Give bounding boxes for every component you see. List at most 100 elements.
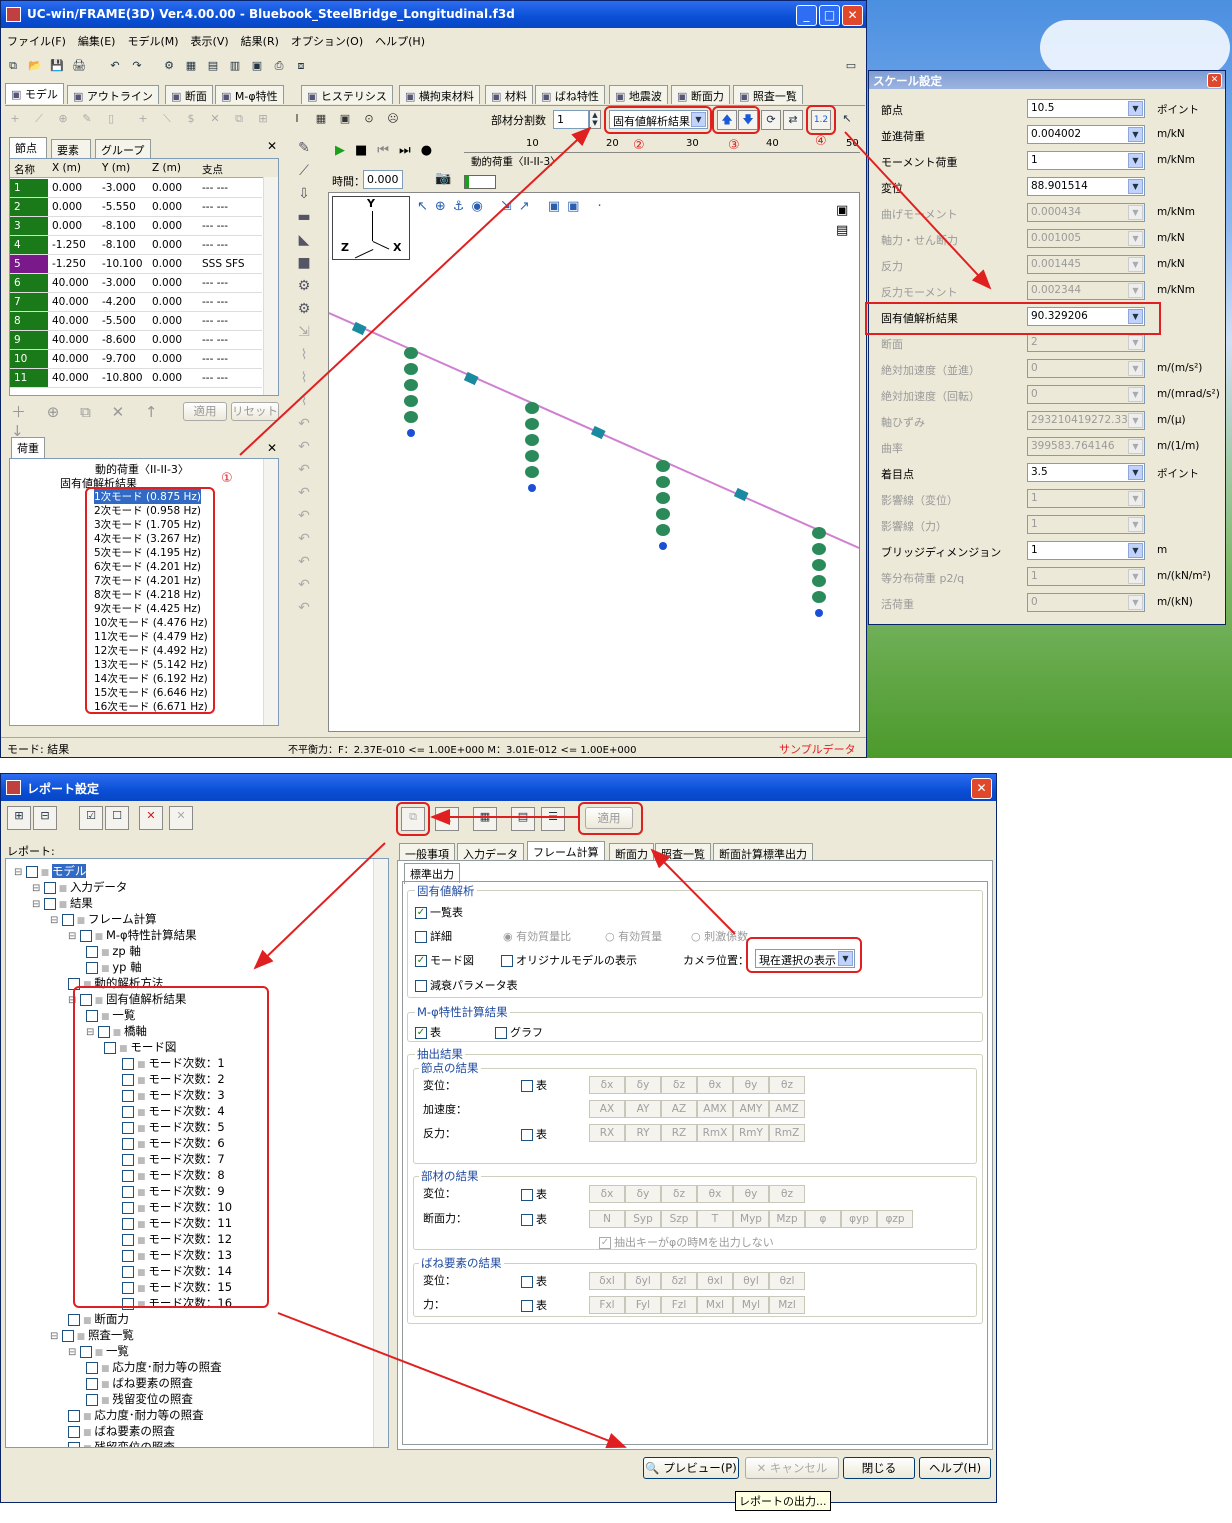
node-apply-button[interactable]: 適用 bbox=[183, 402, 227, 421]
tree-checkbox[interactable] bbox=[43, 881, 56, 894]
spring-force-check[interactable]: 表 bbox=[521, 1297, 547, 1313]
toolbar-icon[interactable]: ▦ bbox=[181, 56, 201, 76]
extract-key-button[interactable]: Mzl bbox=[769, 1296, 805, 1314]
extract-key-button[interactable]: δx bbox=[589, 1076, 625, 1094]
collapse-all-button[interactable]: ⊟ bbox=[33, 806, 57, 830]
orig-model-check[interactable]: オリジナルモデルの表示 bbox=[501, 952, 637, 968]
extract-key-button[interactable]: φyp bbox=[841, 1210, 877, 1228]
edit-toolbar-icon[interactable]: ⧉ bbox=[229, 109, 249, 129]
tree-expander[interactable]: ⊟ bbox=[32, 899, 44, 910]
extract-key-button[interactable]: θzl bbox=[769, 1272, 805, 1290]
help-button[interactable]: ヘルプ(H) bbox=[919, 1457, 991, 1479]
tab-main[interactable]: ▣ M-φ特性 bbox=[215, 85, 284, 104]
table-row[interactable]: 1 0.000 -3.000 0.000 --- --- bbox=[10, 179, 262, 198]
edit-toolbar-icon[interactable]: ✕ bbox=[205, 109, 225, 129]
report-tree-scrollbar[interactable] bbox=[373, 859, 388, 1447]
report-tree-item[interactable]: ■ ばね要素の照査 bbox=[86, 1375, 193, 1391]
pointer-icon[interactable]: ↖ bbox=[837, 110, 857, 130]
scale-row-input[interactable]: 1 ▼ bbox=[1027, 567, 1145, 586]
extract-key-button[interactable]: RY bbox=[625, 1124, 661, 1142]
tab-main[interactable]: ▣ 材料 bbox=[485, 85, 533, 104]
tree-expander[interactable]: ⊟ bbox=[50, 1331, 62, 1342]
step-back-icon[interactable]: ⏮ bbox=[377, 143, 399, 158]
tab-main[interactable]: ▣ モデル bbox=[5, 83, 64, 104]
report-tree-item[interactable]: ⊟ ■ モデル bbox=[14, 863, 87, 879]
extract-key-button[interactable]: δz bbox=[661, 1185, 697, 1203]
grid-header-cell[interactable]: Z (m) bbox=[152, 162, 181, 174]
toolbar-icon[interactable]: ⧉ bbox=[3, 56, 23, 76]
mphi-table-checkbox[interactable]: ✓ bbox=[415, 1027, 427, 1039]
tree-checkbox[interactable] bbox=[68, 1409, 80, 1422]
tab-node-panel[interactable]: 節点 bbox=[9, 137, 47, 158]
extract-key-button[interactable]: N bbox=[589, 1210, 625, 1228]
paint-button[interactable]: ◣ bbox=[435, 807, 459, 831]
3d-viewport[interactable]: Y Z X ↖⊕⚓◉ ⇲↗ ▣▣ · ▣ ▤ bbox=[328, 192, 860, 732]
extract-key-button[interactable]: θy bbox=[733, 1185, 769, 1203]
menu-item[interactable]: 編集(E) bbox=[72, 30, 122, 52]
report-tree-item[interactable]: ■ yp 軸 bbox=[86, 959, 142, 975]
load-tree-scrollbar[interactable] bbox=[263, 459, 278, 725]
scale-row-input[interactable]: 0.001445 ▼ bbox=[1027, 255, 1145, 274]
panel-toggle-icon[interactable]: ▭ bbox=[841, 56, 861, 76]
detail-checkbox[interactable] bbox=[415, 931, 427, 943]
tree-checkbox[interactable] bbox=[68, 1313, 80, 1326]
mphi-graph-check[interactable]: グラフ bbox=[495, 1024, 543, 1040]
toolbar-icon[interactable]: ↶ bbox=[105, 56, 125, 76]
scale-row-input[interactable]: 1 ▼ bbox=[1027, 515, 1145, 534]
report-tree-item[interactable]: ⊟ ■ 入力データ bbox=[32, 879, 127, 895]
report-tree-item[interactable]: ⊟ ■ 一覧 bbox=[68, 1343, 129, 1359]
spring-disp-checkbox[interactable] bbox=[521, 1276, 533, 1288]
damping-check[interactable]: 減衰パラメータ表 bbox=[415, 977, 518, 993]
table-row[interactable]: 9 40.000 -8.600 0.000 --- --- bbox=[10, 331, 262, 350]
edit-toolbar-icon[interactable]: ▯ bbox=[101, 109, 121, 129]
edit-toolbar-icon[interactable]: ⟍ bbox=[157, 109, 177, 129]
report-tree-item[interactable]: ■ 残留変位の照査 bbox=[68, 1439, 175, 1447]
delete-disabled-button[interactable]: ✕ bbox=[169, 806, 193, 830]
scale-row-input[interactable]: 0.001005 ▼ bbox=[1027, 229, 1145, 248]
mode-fig-check[interactable]: ✓ モード図 bbox=[415, 952, 474, 968]
tab-report[interactable]: フレーム計算 bbox=[527, 841, 605, 862]
scale-row-input[interactable]: 0.002344 ▼ bbox=[1027, 281, 1145, 300]
record-icon[interactable]: ● bbox=[421, 143, 442, 158]
toolbar-icon[interactable]: 🖨 bbox=[69, 56, 89, 76]
edit-toolbar-icon[interactable]: ⊙ bbox=[359, 109, 379, 129]
extract-key-button[interactable]: δy bbox=[625, 1076, 661, 1094]
table-row[interactable]: 6 40.000 -3.000 0.000 --- --- bbox=[10, 274, 262, 293]
table-row[interactable]: 10 40.000 -9.700 0.000 --- --- bbox=[10, 350, 262, 369]
report-tree-item[interactable]: ⊟ ■ 照査一覧 bbox=[50, 1327, 134, 1343]
mphi-table-check[interactable]: ✓ 表 bbox=[415, 1024, 441, 1040]
tree-checkbox[interactable] bbox=[68, 1425, 80, 1438]
report-tree-item[interactable]: ■ 応力度･耐力等の照査 bbox=[86, 1359, 222, 1375]
extract-key-button[interactable]: Myp bbox=[733, 1210, 769, 1228]
tree-checkbox[interactable] bbox=[79, 1345, 92, 1358]
extract-key-button[interactable]: AMY bbox=[733, 1100, 769, 1118]
grid-header-cell[interactable]: 支点 bbox=[202, 162, 223, 177]
tab-node-panel[interactable]: グループ bbox=[95, 139, 151, 158]
tree-expander[interactable]: ⊟ bbox=[68, 1347, 80, 1358]
extract-key-button[interactable]: θz bbox=[769, 1185, 805, 1203]
preview-button[interactable]: 🔍 プレビュー(P) bbox=[643, 1457, 739, 1479]
tree-checkbox[interactable] bbox=[86, 1377, 98, 1390]
spring-force-checkbox[interactable] bbox=[521, 1300, 533, 1312]
extract-key-button[interactable]: φ bbox=[805, 1210, 841, 1228]
extract-key-button[interactable]: θx bbox=[697, 1185, 733, 1203]
edit-toolbar-icon[interactable]: + bbox=[5, 109, 25, 129]
eff-ratio-radio[interactable]: ◉ 有効質量比 bbox=[503, 928, 571, 944]
menu-item[interactable]: 表示(V) bbox=[185, 30, 235, 52]
extract-key-button[interactable]: Mxl bbox=[697, 1296, 733, 1314]
tree-checkbox[interactable] bbox=[61, 913, 74, 926]
edit-toolbar-icon[interactable]: + bbox=[133, 109, 153, 129]
member-force-checkbox[interactable] bbox=[521, 1214, 533, 1226]
list-table-check[interactable]: ✓ 一覧表 bbox=[415, 904, 463, 920]
table-row[interactable]: 4 -1.250 -8.100 0.000 --- --- bbox=[10, 236, 262, 255]
load-panel-close-icon[interactable]: ✕ bbox=[267, 441, 277, 455]
tab-main[interactable]: ▣ 断面力 bbox=[671, 85, 730, 104]
report-tree-item[interactable]: ■ 応力度･耐力等の照査 bbox=[68, 1407, 204, 1423]
extract-key-button[interactable]: δxl bbox=[589, 1272, 625, 1290]
extract-key-button[interactable]: RmZ bbox=[769, 1124, 805, 1142]
menu-item[interactable]: オプション(O) bbox=[285, 30, 369, 52]
table-row[interactable]: 11 40.000 -10.800 0.000 --- --- bbox=[10, 369, 262, 388]
stop-icon[interactable]: ■ bbox=[355, 143, 377, 158]
expand-all-button[interactable]: ⊞ bbox=[7, 806, 31, 830]
node-react-checkbox[interactable] bbox=[521, 1129, 533, 1141]
